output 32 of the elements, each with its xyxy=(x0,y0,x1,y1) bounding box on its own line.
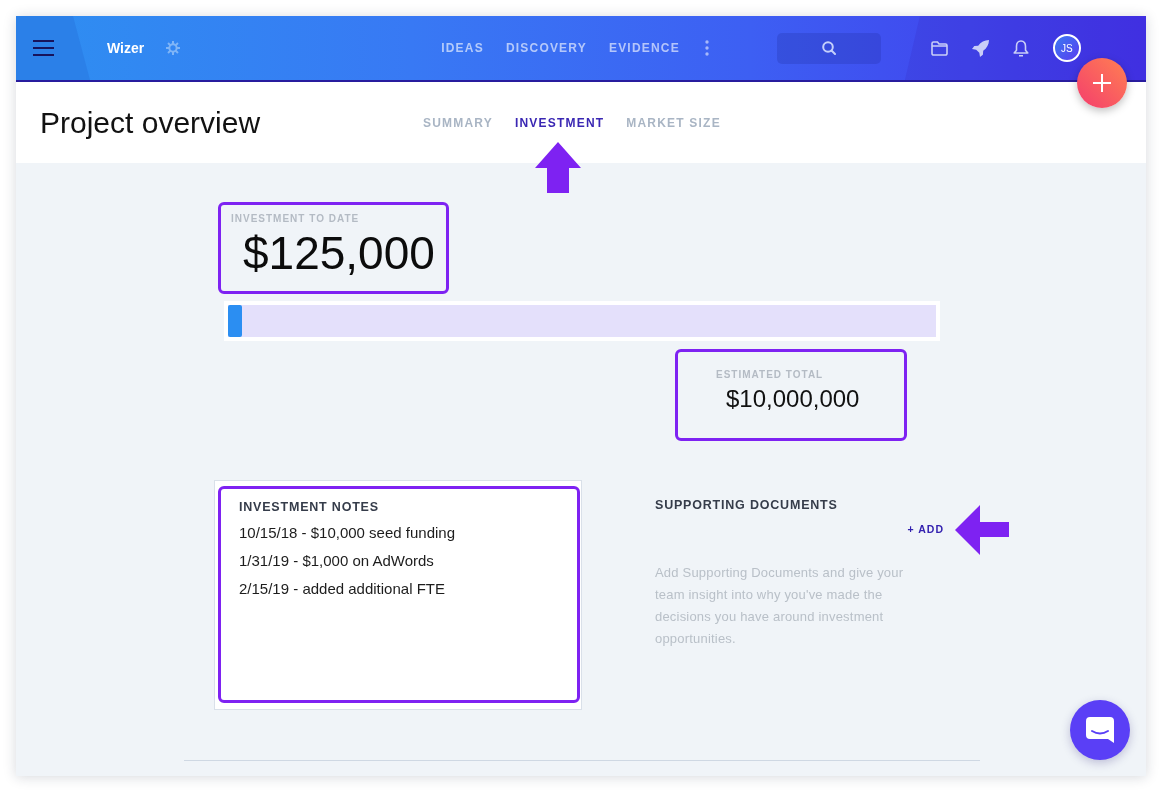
tab[interactable]: SUMMARY xyxy=(423,113,493,132)
note-line: 10/15/18 - $10,000 seed funding xyxy=(239,523,456,543)
section-title: SUPPORTING DOCUMENTS xyxy=(655,497,839,513)
menu-button[interactable] xyxy=(16,16,90,80)
note-line: 2/15/19 - added additional FTE xyxy=(239,579,446,599)
up-arrow-icon xyxy=(535,142,581,193)
left-arrow-icon xyxy=(955,505,1009,555)
tab[interactable]: INVESTMENT xyxy=(514,113,605,132)
folder-icon[interactable] xyxy=(930,40,948,56)
search-field[interactable] xyxy=(776,32,881,64)
add-link[interactable]: + ADD xyxy=(907,523,944,535)
tab[interactable]: MARKET SIZE xyxy=(626,113,721,132)
menu-icon xyxy=(33,40,54,56)
more-icon[interactable] xyxy=(704,40,709,56)
app-name: Wizer xyxy=(107,38,145,58)
page-title: Project overview xyxy=(40,104,262,141)
stat-value: $10,000,000 xyxy=(726,387,861,411)
nav-link[interactable]: IDEAS xyxy=(441,39,484,57)
chat-button[interactable] xyxy=(1070,700,1130,760)
user-avatar[interactable]: JS xyxy=(1052,34,1081,62)
search-icon xyxy=(821,41,836,55)
plus-icon xyxy=(1093,74,1111,92)
section-title: INVESTMENT NOTES xyxy=(239,499,380,515)
notifications-icon[interactable] xyxy=(1012,39,1029,57)
rocket-icon[interactable] xyxy=(971,39,989,57)
stat-value: $125,000 xyxy=(243,230,436,276)
nav-link[interactable]: DISCOVERY xyxy=(505,39,587,57)
note-line: 1/31/19 - $1,000 on AdWords xyxy=(239,551,435,571)
stat-label: ESTIMATED TOTAL xyxy=(716,369,825,381)
chat-icon xyxy=(1086,717,1114,743)
stat-label: INVESTMENT TO DATE xyxy=(231,213,361,225)
nav-link[interactable]: EVIDENCE xyxy=(608,39,680,57)
